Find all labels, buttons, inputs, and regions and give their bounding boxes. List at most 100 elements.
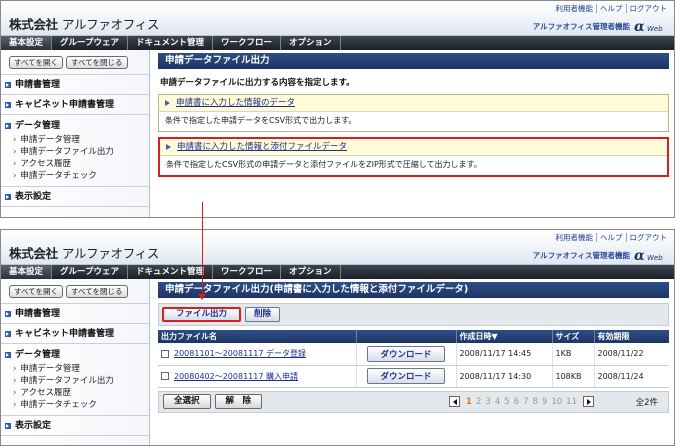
sidebar-item-cabinet-forms[interactable]: キャビネット申請書管理: [1, 324, 149, 344]
collapse-icon: [5, 352, 11, 358]
sidebar-item-data-check[interactable]: › 申請データチェック: [1, 170, 149, 182]
download-button[interactable]: ダウンロード: [367, 345, 445, 362]
nav-basic-settings[interactable]: 基本設定: [1, 36, 53, 50]
utility-links: 利用者機能 ヘルプ ログアウト: [553, 233, 671, 242]
expand-icon: [5, 194, 11, 200]
action-toolbar: ファイル出力 削除: [158, 303, 669, 326]
file-name-link[interactable]: 20081101～20081117 データ登録: [174, 349, 306, 358]
nav-options[interactable]: オプション: [281, 265, 341, 279]
option-form-data-desc: 条件で指定した申請データをCSV形式で出力します。: [159, 112, 668, 131]
col-expires[interactable]: 有効期限: [593, 330, 669, 343]
row-checkbox[interactable]: [161, 372, 169, 380]
file-size: 1KB: [551, 343, 594, 366]
triangle-right-icon: [166, 143, 171, 150]
sidebar-item-display-settings[interactable]: 表示設定: [1, 187, 149, 207]
user-function-link[interactable]: 利用者機能: [553, 4, 597, 13]
nav-basic-settings[interactable]: 基本設定: [1, 265, 53, 279]
page-3[interactable]: 3: [485, 397, 490, 407]
sidebar-item-data-management[interactable]: データ管理: [1, 347, 149, 363]
page-1: 1: [466, 396, 472, 407]
col-size[interactable]: サイズ: [551, 330, 594, 343]
help-link[interactable]: ヘルプ: [596, 233, 626, 242]
logout-link[interactable]: ログアウト: [625, 4, 671, 13]
page-4[interactable]: 4: [495, 397, 500, 407]
sidebar-item-data-check[interactable]: › 申請データチェック: [1, 399, 149, 411]
help-link[interactable]: ヘルプ: [596, 4, 626, 13]
file-size: 108KB: [551, 365, 594, 388]
open-all-button[interactable]: すべてを開く: [9, 56, 64, 69]
page-9[interactable]: 9: [542, 397, 547, 407]
logo-text: Web: [647, 25, 663, 33]
admin-label: アルファオフィス管理者機能: [532, 250, 630, 260]
col-created[interactable]: 作成日時▼: [455, 330, 552, 343]
header: 株式会社 アルファオフィス 利用者機能 ヘルプ ログアウト アルファオフィス管理…: [1, 230, 674, 265]
screen-file-output-select: 株式会社 アルファオフィス 利用者機能 ヘルプ ログアウト アルファオフィス管理…: [0, 0, 675, 218]
admin-label: アルファオフィス管理者機能: [532, 21, 630, 31]
sidebar-item-access-history[interactable]: › アクセス履歴: [1, 158, 149, 170]
page-title: 申請データファイル出力: [158, 53, 669, 69]
sidebar-item-cabinet-forms[interactable]: キャビネット申請書管理: [1, 95, 149, 115]
sidebar-item-file-output[interactable]: › 申請データファイル出力: [1, 375, 149, 387]
nav-document-management[interactable]: ドキュメント管理: [128, 36, 214, 50]
sidebar-item-application-forms[interactable]: 申請書管理: [1, 75, 149, 95]
page-10[interactable]: 10: [551, 397, 562, 407]
option-form-data-link[interactable]: 申請書に入力した情報のデータ: [176, 98, 295, 108]
sidebar-item-data-management[interactable]: データ管理: [1, 118, 149, 134]
chevron-right-icon: ›: [13, 364, 17, 374]
company-name: 株式会社 アルファオフィス: [9, 17, 160, 32]
file-output-button[interactable]: ファイル出力: [162, 307, 242, 322]
sidebar-item-application-forms[interactable]: 申請書管理: [1, 304, 149, 324]
svg-text:α: α: [634, 19, 645, 33]
header: 株式会社 アルファオフィス 利用者機能 ヘルプ ログアウト アルファオフィス管理…: [1, 1, 674, 36]
chevron-right-icon: ›: [13, 400, 17, 410]
next-page-icon[interactable]: [583, 396, 594, 407]
page-11[interactable]: 11: [566, 397, 577, 407]
nav-workflow[interactable]: ワークフロー: [213, 36, 282, 50]
utility-links: 利用者機能 ヘルプ ログアウト: [553, 4, 671, 13]
sidebar: すべてを開く すべてを閉じる 申請書管理 キャビネット申請書管理 データ管理 ›…: [1, 50, 150, 217]
chevron-right-icon: ›: [13, 376, 17, 386]
user-function-link[interactable]: 利用者機能: [553, 233, 597, 242]
option-form-and-attachments: 申請書に入力した情報と添付ファイルデータ 条件で指定したCSV形式の申請データと…: [158, 137, 669, 177]
page-description: 申請データファイルに出力する内容を指定します。: [160, 78, 355, 88]
nav-groupware[interactable]: グループウェア: [52, 265, 129, 279]
chevron-right-icon: ›: [13, 171, 17, 181]
triangle-right-icon: [165, 99, 170, 106]
page-7[interactable]: 7: [523, 397, 528, 407]
option-form-and-attachments-link[interactable]: 申請書に入力した情報と添付ファイルデータ: [177, 142, 347, 152]
sidebar-item-application-data[interactable]: › 申請データ管理: [1, 363, 149, 375]
col-file-name[interactable]: 出力ファイル名: [158, 330, 356, 343]
option-form-data: 申請書に入力した情報のデータ 条件で指定した申請データをCSV形式で出力します。: [158, 94, 669, 132]
created-at: 2008/11/17 14:30: [455, 365, 552, 388]
nav-options[interactable]: オプション: [281, 36, 341, 50]
prev-page-icon[interactable]: [449, 396, 461, 407]
select-all-button[interactable]: 全選択: [163, 394, 211, 409]
sidebar: すべてを開く すべてを閉じる 申請書管理 キャビネット申請書管理 データ管理 ›…: [1, 279, 150, 445]
table-row: 20081101～20081117 データ登録 ダウンロード 2008/11/1…: [158, 343, 669, 366]
nav-groupware[interactable]: グループウェア: [52, 36, 129, 50]
close-all-button[interactable]: すべてを閉じる: [66, 285, 128, 298]
open-all-button[interactable]: すべてを開く: [9, 285, 64, 298]
page-6[interactable]: 6: [514, 397, 519, 407]
deselect-button[interactable]: 解 除: [214, 394, 263, 409]
page-2[interactable]: 2: [476, 397, 481, 407]
admin-banner: アルファオフィス管理者機能 α Web: [533, 248, 668, 262]
page-8[interactable]: 8: [533, 397, 538, 407]
nav-document-management[interactable]: ドキュメント管理: [128, 265, 214, 279]
nav-workflow[interactable]: ワークフロー: [213, 265, 282, 279]
chevron-right-icon: ›: [13, 135, 17, 145]
sidebar-item-display-settings[interactable]: 表示設定: [1, 416, 149, 436]
sidebar-item-access-history[interactable]: › アクセス履歴: [1, 387, 149, 399]
svg-text:α: α: [634, 248, 645, 262]
page-5[interactable]: 5: [504, 397, 509, 407]
download-button[interactable]: ダウンロード: [367, 368, 445, 384]
delete-button[interactable]: 削除: [245, 307, 281, 322]
logout-link[interactable]: ログアウト: [625, 233, 671, 242]
file-name-link[interactable]: 20080402～20081117 購入申請: [174, 372, 298, 381]
col-download: [355, 330, 456, 343]
expand-icon: [5, 82, 11, 88]
sidebar-item-file-output[interactable]: › 申請データファイル出力: [1, 146, 149, 158]
sidebar-item-application-data[interactable]: › 申請データ管理: [1, 134, 149, 146]
close-all-button[interactable]: すべてを閉じる: [66, 56, 128, 69]
row-checkbox[interactable]: [161, 349, 169, 358]
